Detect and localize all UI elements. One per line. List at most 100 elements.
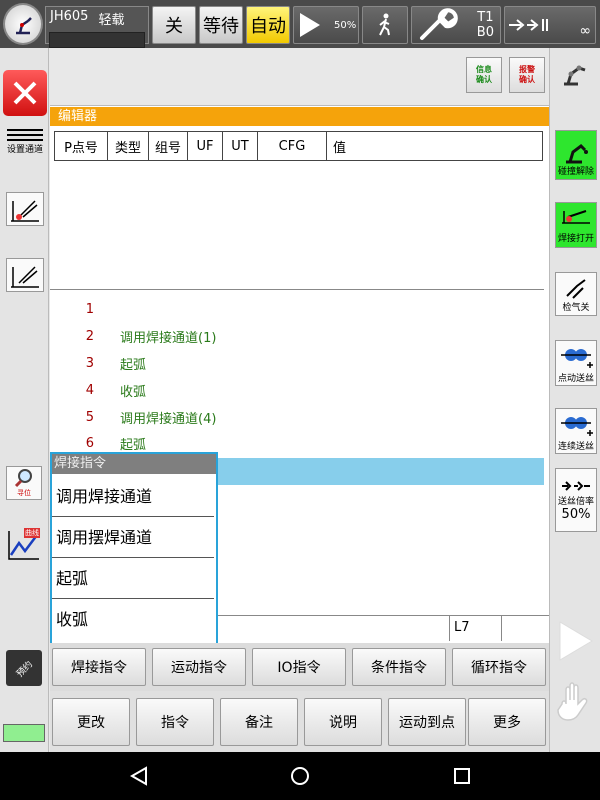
inch-feed-button[interactable]: 点动送丝 [555, 340, 597, 386]
tab-loop-instruction[interactable]: 循环指令 [452, 648, 546, 686]
load-label: 轻载 [98, 13, 125, 28]
collision-release-button[interactable]: 碰撞解除 [555, 130, 597, 180]
walk-mode-button[interactable] [362, 6, 408, 44]
status-cell [501, 615, 549, 641]
mode-label: 自动 [250, 16, 286, 37]
comment-button[interactable]: 备注 [220, 698, 298, 746]
weld-torch-button[interactable] [6, 192, 44, 226]
alarm-confirm-button[interactable]: 报警确认 [509, 57, 545, 93]
alarm-confirm-label: 报警确认 [519, 65, 535, 84]
line-instruction: 调用焊接通道(4) [120, 412, 217, 427]
line-instruction: 调用焊接通道(1) [120, 331, 217, 346]
tab-motion-instruction[interactable]: 运动指令 [152, 648, 246, 686]
popup-item-arc-end[interactable]: 收弧 [52, 600, 214, 640]
feed-rate-button[interactable]: 送丝倍率 50% [555, 468, 597, 532]
line-number: 2 [85, 329, 94, 344]
set-channel-button[interactable]: 设置通道 [4, 122, 46, 160]
back-triangle-icon [129, 766, 147, 786]
curve-label: 曲线 [24, 528, 40, 538]
column-header: 类型 [108, 132, 149, 160]
home-circle-icon [291, 767, 309, 785]
infinity-label: ∞ [579, 23, 591, 39]
feed-rate-label: 送丝倍率 [557, 497, 594, 507]
line-number: 3 [85, 356, 94, 371]
gas-check-label: 检气关 [562, 302, 590, 313]
continuous-feed-button[interactable]: 连续送丝 [555, 408, 597, 454]
tool-label: T1 [477, 10, 494, 25]
program-line[interactable]: 1 [50, 296, 544, 323]
popup-item-call-weld-channel[interactable]: 调用焊接通道 [52, 477, 214, 517]
line-instruction: 起弧 [120, 438, 147, 453]
curve-button[interactable]: 曲线 [6, 528, 42, 562]
reserve-label: 预约 [15, 659, 35, 679]
tab-io-instruction[interactable]: IO指令 [252, 648, 346, 686]
instruction-button[interactable]: 指令 [136, 698, 214, 746]
column-header: UT [223, 132, 258, 160]
weld-open-icon [562, 209, 590, 224]
line-number: 4 [85, 383, 94, 398]
power-label: 关 [165, 16, 183, 37]
line-instruction: 收弧 [120, 385, 147, 400]
robot-arm-icon [564, 65, 586, 86]
walking-person-icon [379, 13, 390, 36]
editor-title: 编辑器 [50, 107, 549, 126]
weld-torch-icon [11, 200, 39, 222]
column-header: P点号 [55, 132, 108, 160]
continuous-feed-label: 连续送丝 [557, 441, 594, 452]
hand-icon [557, 682, 588, 721]
program-line[interactable]: 3 起弧 [50, 350, 544, 377]
info-confirm-button[interactable]: 信息确认 [466, 57, 502, 93]
robot-info-panel: JH605 轻载 [45, 6, 149, 48]
line-instruction: 起弧 [120, 358, 147, 373]
auto-mode-button[interactable]: 自动 [246, 6, 290, 44]
forward-button[interactable] [556, 620, 596, 662]
tab-condition-instruction[interactable]: 条件指令 [352, 648, 446, 686]
wait-label: 等待 [203, 16, 239, 37]
wrench-icon [420, 8, 458, 40]
speed-percent: 50% [334, 19, 357, 31]
close-icon [13, 81, 37, 105]
find-button[interactable]: 寻位 [6, 466, 42, 500]
weld-line-icon [11, 266, 39, 288]
modify-button[interactable]: 更改 [52, 698, 130, 746]
program-line[interactable]: 5 调用焊接通道(4) [50, 404, 544, 431]
description-button[interactable]: 说明 [304, 698, 382, 746]
base-label: B0 [476, 25, 494, 40]
robot-model: JH605 [50, 9, 89, 24]
speed-button[interactable]: 50% [293, 6, 359, 44]
gas-check-button[interactable]: 检气关 [555, 272, 597, 316]
power-button[interactable]: 关 [152, 6, 196, 44]
robot-logo-button[interactable] [3, 3, 43, 45]
robot-arm-icon [16, 17, 32, 35]
program-line[interactable]: 2 调用焊接通道(1) [50, 323, 544, 350]
move-to-point-button[interactable]: 运动到点 [388, 698, 466, 746]
line-indicator: L7 [449, 615, 501, 641]
tool-frame-button[interactable]: T1 B0 [411, 6, 501, 44]
feed-rate-icon [562, 481, 590, 491]
home-nav-button[interactable] [289, 765, 311, 787]
run-mode-button[interactable]: ∞ [504, 6, 596, 44]
magnifier-icon [14, 469, 32, 488]
popup-title: 焊接指令 [52, 454, 216, 474]
weld-open-button[interactable]: 焊接打开 [555, 202, 597, 248]
tab-weld-instruction[interactable]: 焊接指令 [52, 648, 146, 686]
line-number: 5 [85, 410, 94, 425]
play-icon [300, 13, 320, 37]
info-confirm-label: 信息确认 [476, 65, 492, 84]
gas-nozzle-icon [566, 278, 586, 299]
weld-open-label: 焊接打开 [557, 233, 594, 244]
popup-item-arc-start[interactable]: 起弧 [52, 559, 214, 599]
hand-button[interactable] [556, 680, 596, 724]
recents-nav-button[interactable] [452, 766, 472, 786]
inch-feed-label: 点动送丝 [557, 373, 594, 384]
robot-arm-button[interactable] [555, 54, 593, 88]
more-button[interactable]: 更多 [468, 698, 546, 746]
weld-line-button[interactable] [6, 258, 44, 292]
close-button[interactable] [3, 70, 47, 116]
popup-item-call-weave-channel[interactable]: 调用摆焊通道 [52, 518, 214, 558]
program-line[interactable]: 4 收弧 [50, 377, 544, 404]
back-nav-button[interactable] [128, 765, 150, 787]
wait-button[interactable]: 等待 [199, 6, 243, 44]
collision-robot-icon [566, 143, 588, 163]
reserve-button[interactable]: 预约 [6, 650, 42, 686]
